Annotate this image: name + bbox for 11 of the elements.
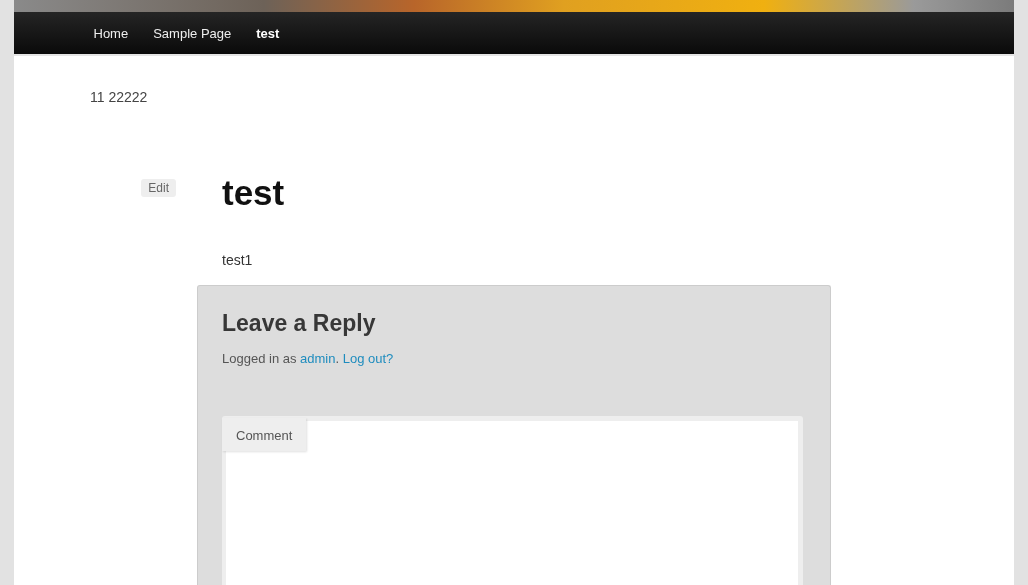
site-description: 11 22222 (90, 89, 149, 105)
logged-in-text: Logged in as admin. Log out? (222, 351, 395, 366)
edit-link[interactable]: Edit (141, 179, 176, 197)
comment-field[interactable]: Comment (222, 416, 803, 585)
post-content: test1 (222, 252, 254, 268)
nav-link[interactable]: Sample Page (140, 25, 244, 41)
reply-heading: Leave a Reply (222, 310, 377, 337)
post-title: test (222, 172, 285, 214)
nav-link[interactable]: Home (81, 25, 141, 41)
comment-label: Comment (222, 418, 307, 451)
nav-link[interactable]: test (243, 25, 292, 41)
